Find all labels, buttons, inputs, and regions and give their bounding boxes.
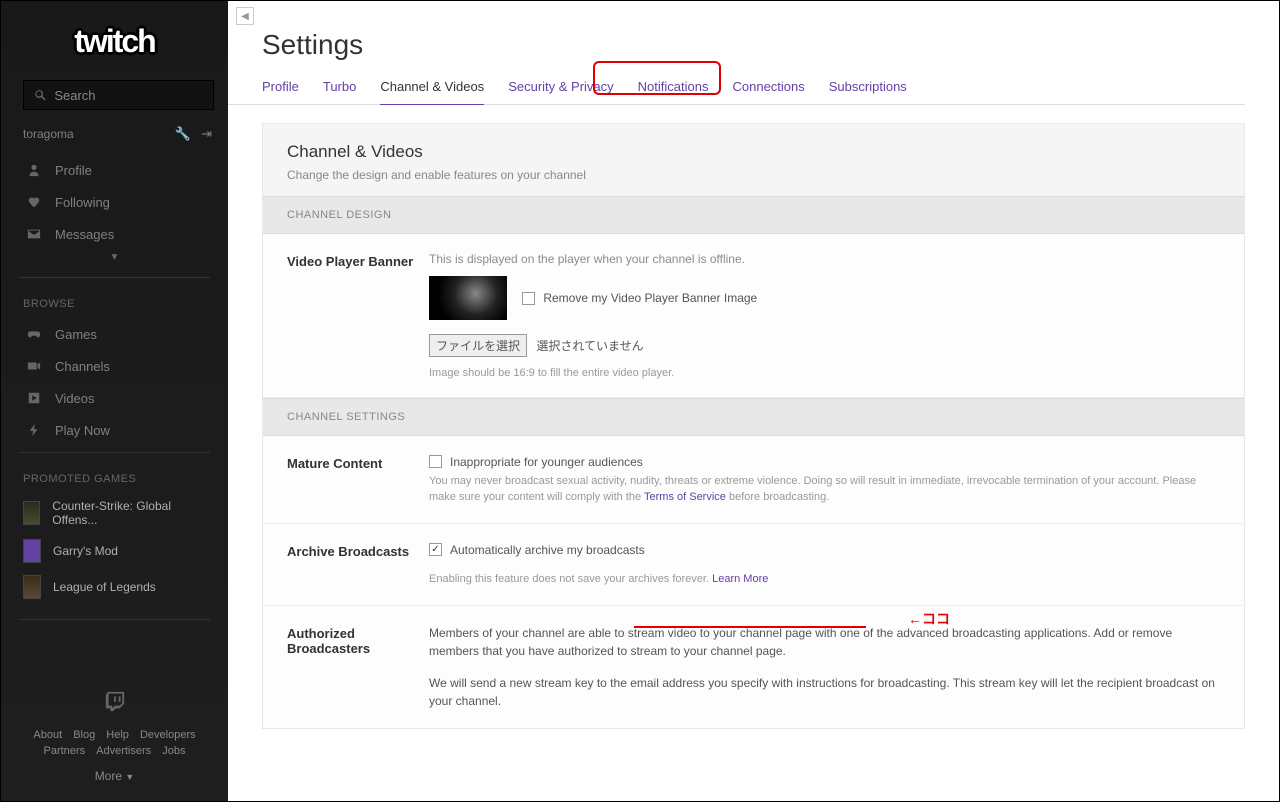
divider bbox=[19, 277, 210, 278]
promoted-label: PROMOTED GAMES bbox=[1, 459, 228, 493]
sidebar-item-playnow[interactable]: Play Now bbox=[1, 414, 228, 446]
row-archive-broadcasts: Archive Broadcasts Automatically archive… bbox=[263, 524, 1244, 606]
row-authorized-broadcasters: Authorized Broadcasters Members of your … bbox=[263, 606, 1244, 728]
tab-turbo[interactable]: Turbo bbox=[323, 73, 356, 104]
chevron-down-icon[interactable]: ▼ bbox=[1, 250, 228, 271]
sidebar-item-channels[interactable]: Channels bbox=[1, 350, 228, 382]
sidebar-item-following[interactable]: Following bbox=[1, 186, 228, 218]
file-choose-button[interactable]: ファイルを選択 bbox=[429, 334, 527, 357]
tos-link[interactable]: Terms of Service bbox=[644, 491, 726, 503]
panel-title: Channel & Videos bbox=[287, 142, 1220, 162]
promoted-game-lol[interactable]: League of Legends bbox=[1, 569, 228, 605]
game-thumb bbox=[23, 575, 41, 599]
footer-link[interactable]: About bbox=[33, 729, 62, 741]
twitch-glitch-icon[interactable] bbox=[104, 690, 126, 717]
learn-more-link[interactable]: Learn More bbox=[712, 573, 768, 585]
promoted-game-csgo[interactable]: Counter-Strike: Global Offens... bbox=[1, 493, 228, 533]
video-banner-desc: This is displayed on the player when you… bbox=[429, 252, 1220, 266]
sidebar-item-games[interactable]: Games bbox=[1, 318, 228, 350]
logout-icon[interactable]: ⇥ bbox=[201, 126, 212, 142]
footer-link[interactable]: Advertisers bbox=[96, 745, 151, 757]
authorized-p1: Members of your channel are able to stre… bbox=[429, 624, 1220, 660]
mature-policy: You may never broadcast sexual activity,… bbox=[429, 473, 1220, 505]
authorized-p2: We will send a new stream key to the ema… bbox=[429, 674, 1220, 710]
section-header-design: CHANNEL DESIGN bbox=[263, 196, 1244, 234]
sidebar-item-profile[interactable]: Profile bbox=[1, 154, 228, 186]
username-row: toragoma 🔧 ⇥ bbox=[1, 122, 228, 144]
search-input[interactable] bbox=[23, 80, 214, 110]
tab-notifications[interactable]: Notifications bbox=[638, 73, 709, 104]
archive-hint: Enabling this feature does not save your… bbox=[429, 571, 1220, 587]
browse-label: BROWSE bbox=[1, 284, 228, 318]
footer-link[interactable]: Jobs bbox=[162, 745, 185, 757]
main-content: ◀ Settings Profile Turbo Channel & Video… bbox=[228, 1, 1279, 801]
game-thumb bbox=[23, 539, 41, 563]
collapse-sidebar-button[interactable]: ◀ bbox=[236, 7, 254, 25]
settings-tabs: Profile Turbo Channel & Videos Security … bbox=[228, 65, 1245, 105]
more-button[interactable]: More ▼ bbox=[1, 769, 228, 783]
row-mature-content: Mature Content Inappropriate for younger… bbox=[263, 436, 1244, 524]
section-header-settings: CHANNEL SETTINGS bbox=[263, 398, 1244, 436]
banner-preview-image bbox=[429, 276, 507, 320]
page-title: Settings bbox=[228, 1, 1279, 65]
archive-checkbox[interactable] bbox=[429, 543, 442, 556]
divider bbox=[19, 619, 210, 620]
username: toragoma bbox=[23, 127, 74, 141]
browse-nav: Games Channels Videos Play Now bbox=[1, 318, 228, 446]
footer-link[interactable]: Developers bbox=[140, 729, 196, 741]
row-video-banner: Video Player Banner This is displayed on… bbox=[263, 234, 1244, 398]
wrench-icon[interactable]: 🔧 bbox=[175, 126, 191, 142]
mature-checkbox[interactable] bbox=[429, 455, 442, 468]
banner-hint: Image should be 16:9 to fill the entire … bbox=[429, 367, 1220, 379]
envelope-icon bbox=[27, 227, 41, 241]
camera-icon bbox=[27, 359, 41, 373]
user-nav: Profile Following Messages ▼ bbox=[1, 144, 228, 271]
tab-subscriptions[interactable]: Subscriptions bbox=[829, 73, 907, 104]
settings-panel: Channel & Videos Change the design and e… bbox=[262, 123, 1245, 729]
tab-profile[interactable]: Profile bbox=[262, 73, 299, 104]
panel-subtitle: Change the design and enable features on… bbox=[287, 168, 1220, 182]
label-authorized: Authorized Broadcasters bbox=[287, 624, 429, 710]
label-video-banner: Video Player Banner bbox=[287, 252, 429, 379]
play-icon bbox=[27, 391, 41, 405]
tab-security[interactable]: Security & Privacy bbox=[508, 73, 613, 104]
label-mature: Mature Content bbox=[287, 454, 429, 505]
search-icon bbox=[34, 88, 46, 102]
controller-icon bbox=[27, 327, 41, 341]
promoted-game-garrysmod[interactable]: Garry's Mod bbox=[1, 533, 228, 569]
label-archive: Archive Broadcasts bbox=[287, 542, 429, 587]
footer-link[interactable]: Help bbox=[106, 729, 129, 741]
remove-banner-checkbox[interactable] bbox=[522, 292, 535, 305]
archive-checkbox-label: Automatically archive my broadcasts bbox=[450, 543, 645, 557]
file-status: 選択されていません bbox=[536, 339, 643, 353]
game-thumb bbox=[23, 501, 40, 525]
remove-banner-label: Remove my Video Player Banner Image bbox=[543, 291, 757, 305]
bolt-icon bbox=[27, 423, 41, 437]
sidebar-item-messages[interactable]: Messages bbox=[1, 218, 228, 250]
sidebar-item-videos[interactable]: Videos bbox=[1, 382, 228, 414]
divider bbox=[19, 452, 210, 453]
sidebar: twitch toragoma 🔧 ⇥ Profile Following Me… bbox=[1, 1, 228, 801]
heart-icon bbox=[27, 195, 41, 209]
tab-connections[interactable]: Connections bbox=[732, 73, 804, 104]
logo[interactable]: twitch bbox=[1, 1, 228, 74]
mature-checkbox-label: Inappropriate for younger audiences bbox=[450, 455, 643, 469]
tab-channel-videos[interactable]: Channel & Videos bbox=[380, 73, 484, 105]
sidebar-footer: About Blog Help Developers Partners Adve… bbox=[1, 690, 228, 783]
footer-link[interactable]: Blog bbox=[73, 729, 95, 741]
person-icon bbox=[27, 163, 41, 177]
footer-link[interactable]: Partners bbox=[44, 745, 86, 757]
